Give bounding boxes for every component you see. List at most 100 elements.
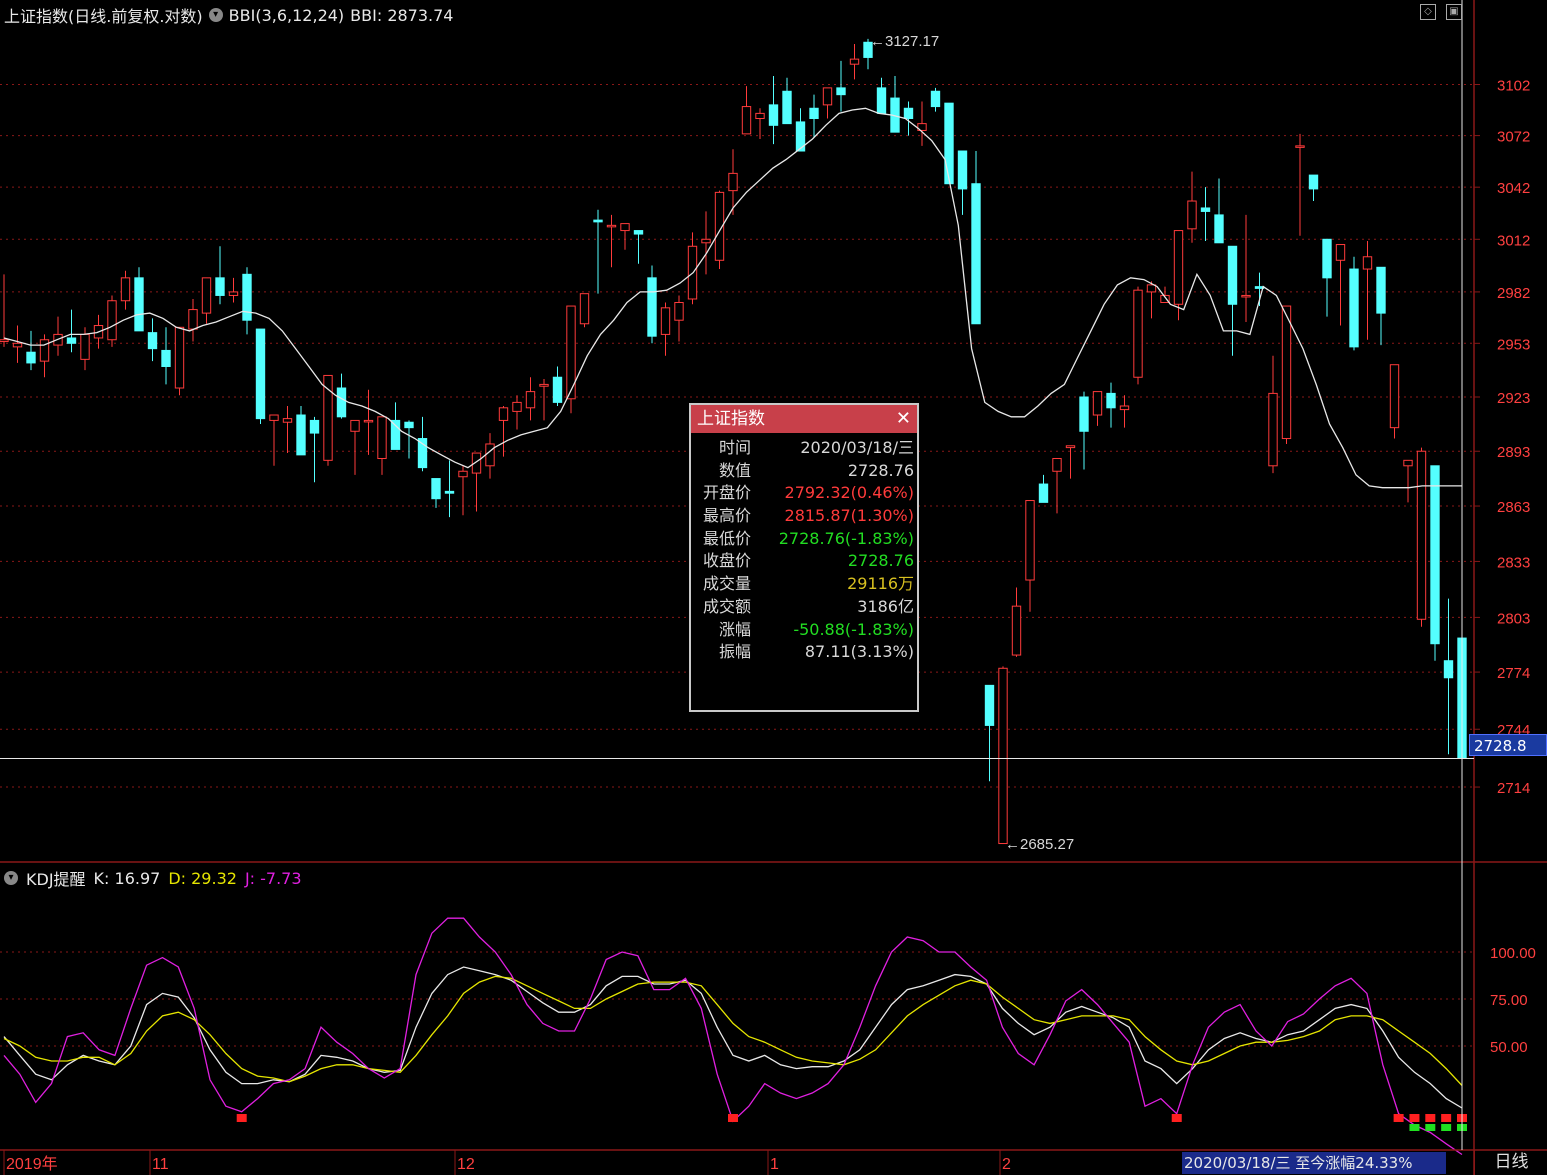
candle-down[interactable]	[944, 102, 954, 185]
candle-up[interactable]	[822, 87, 833, 106]
candle-down[interactable]	[1443, 660, 1454, 679]
candle-up[interactable]	[188, 309, 198, 330]
candle-up[interactable]	[1052, 458, 1062, 472]
candle-up[interactable]	[1281, 305, 1292, 440]
candle-down[interactable]	[242, 273, 252, 321]
candle-down[interactable]	[255, 328, 266, 420]
candle-down[interactable]	[404, 421, 414, 429]
candle-up[interactable]	[363, 419, 374, 423]
candle-up[interactable]	[1092, 391, 1103, 416]
candle-up[interactable]	[728, 172, 738, 192]
candle-up[interactable]	[1173, 230, 1184, 305]
quote-popup[interactable]: 上证指数 ✕ 时间 2020/03/18/三 数值 2728.76 开盘价 2792.32…	[689, 403, 919, 712]
candle-up[interactable]	[525, 391, 536, 409]
candle-down[interactable]	[1376, 266, 1386, 314]
candle-up[interactable]	[1403, 459, 1413, 467]
candle-up[interactable]	[1241, 294, 1251, 298]
candle-up[interactable]	[755, 112, 765, 119]
candle-down[interactable]	[836, 87, 846, 96]
candle-down[interactable]	[296, 414, 306, 456]
candle-up[interactable]	[350, 419, 360, 432]
candle-up[interactable]	[1065, 445, 1076, 449]
candle-down[interactable]	[215, 277, 225, 296]
candle-down[interactable]	[444, 490, 455, 494]
candle-up[interactable]	[498, 407, 509, 421]
candle-up[interactable]	[1362, 256, 1373, 270]
candle-down[interactable]	[971, 183, 981, 325]
close-icon[interactable]: ✕	[896, 405, 911, 433]
candle-up[interactable]	[1335, 244, 1346, 261]
candle-up[interactable]	[1025, 500, 1035, 581]
candle-down[interactable]	[417, 438, 428, 469]
candle-up[interactable]	[323, 374, 333, 461]
candle-down[interactable]	[336, 387, 347, 418]
candle-down[interactable]	[593, 219, 603, 223]
candle-up[interactable]	[1295, 145, 1305, 148]
candle-down[interactable]	[147, 332, 158, 350]
indicator-name[interactable]: BBI(3,6,12,24)	[229, 6, 345, 25]
candle-down[interactable]	[1079, 396, 1089, 432]
candle-down[interactable]	[552, 376, 563, 403]
candle-down[interactable]	[647, 277, 657, 337]
candle-up[interactable]	[12, 342, 23, 348]
candle-up[interactable]	[701, 238, 711, 244]
candle-up[interactable]	[741, 106, 752, 135]
candle-down[interactable]	[161, 349, 171, 368]
candle-down[interactable]	[309, 419, 320, 434]
candle-up[interactable]	[539, 383, 549, 387]
candle-down[interactable]	[66, 337, 77, 344]
candle-down[interactable]	[876, 87, 887, 114]
indicator-menu-icon[interactable]: ▾	[208, 8, 223, 22]
window-toggle-icon[interactable]: ▣	[1446, 4, 1462, 20]
candle-down[interactable]	[1227, 245, 1238, 305]
candle-down[interactable]	[633, 230, 644, 235]
popup-titlebar[interactable]: 上证指数 ✕	[691, 405, 917, 433]
candle-up[interactable]	[849, 58, 860, 65]
candle-up[interactable]	[1011, 605, 1022, 656]
candle-down[interactable]	[1038, 483, 1049, 503]
candle-up[interactable]	[174, 326, 185, 389]
candle-up[interactable]	[1416, 450, 1427, 620]
candle-up[interactable]	[0, 339, 9, 343]
kdj-menu-icon[interactable]: ▾	[4, 871, 18, 885]
candle-up[interactable]	[201, 277, 212, 314]
candle-up[interactable]	[1389, 364, 1400, 429]
candle-down[interactable]	[782, 90, 792, 125]
candle-down[interactable]	[1349, 268, 1359, 348]
candle-down[interactable]	[957, 150, 968, 190]
candle-down[interactable]	[930, 90, 941, 108]
candle-up[interactable]	[269, 414, 279, 421]
candle-down[interactable]	[809, 107, 819, 119]
candle-up[interactable]	[377, 416, 387, 460]
candle-up[interactable]	[80, 333, 90, 360]
candle-down[interactable]	[1200, 207, 1211, 212]
candle-down[interactable]	[1308, 174, 1319, 190]
candle-down[interactable]	[134, 277, 144, 332]
candle-down[interactable]	[768, 104, 779, 126]
candle-up[interactable]	[458, 470, 468, 478]
candle-down[interactable]	[903, 107, 914, 119]
candle-up[interactable]	[228, 291, 239, 296]
candle-up[interactable]	[120, 277, 131, 302]
diamond-icon[interactable]: ◇	[1420, 4, 1436, 20]
candle-up[interactable]	[1133, 289, 1143, 378]
candle-up[interactable]	[1146, 284, 1157, 293]
candle-up[interactable]	[282, 418, 293, 423]
candle-up[interactable]	[620, 223, 630, 232]
candle-down[interactable]	[26, 351, 36, 364]
candle-up[interactable]	[1119, 405, 1130, 411]
candle-down[interactable]	[431, 478, 441, 500]
candle-down[interactable]	[1214, 214, 1224, 244]
candle-up[interactable]	[107, 300, 117, 341]
candle-up[interactable]	[1187, 200, 1197, 230]
candle-up[interactable]	[1268, 392, 1278, 467]
period-tab[interactable]: 日线	[1474, 1150, 1547, 1175]
candle-up[interactable]	[512, 401, 522, 412]
candle-down[interactable]	[1322, 238, 1332, 279]
candle-down[interactable]	[984, 684, 995, 726]
candle-down[interactable]	[1430, 465, 1440, 645]
candle-up[interactable]	[674, 302, 684, 321]
kdj-name[interactable]: KDJ提醒	[26, 866, 86, 890]
candle-down[interactable]	[1106, 392, 1116, 409]
candle-up[interactable]	[660, 307, 671, 335]
